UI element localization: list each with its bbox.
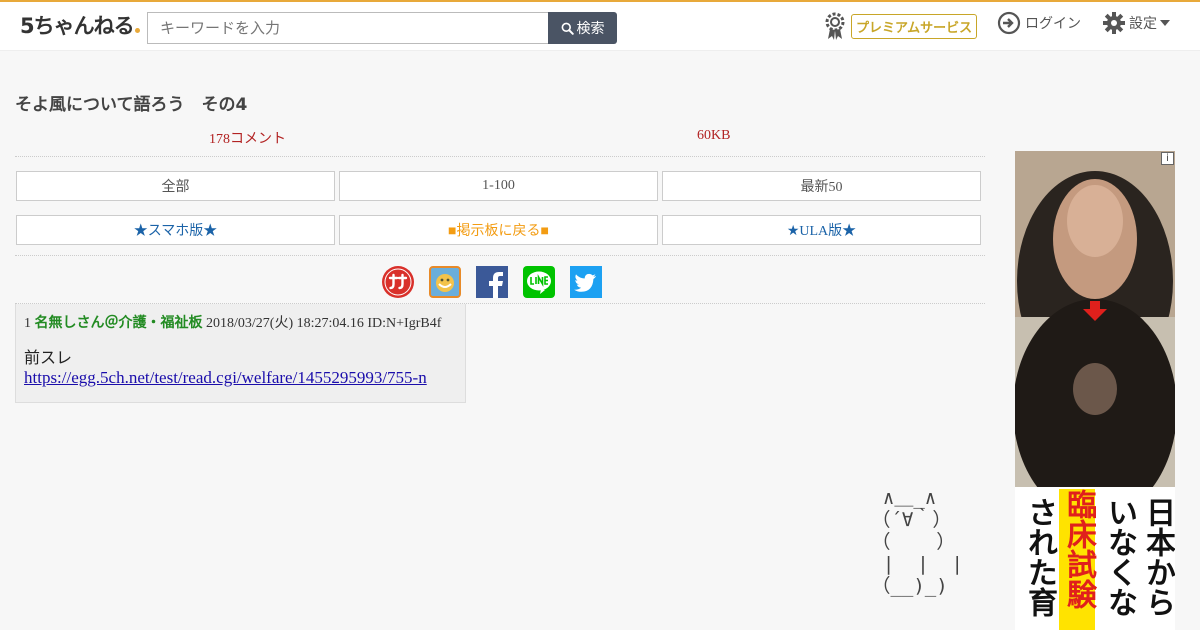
post-meta: 1 名無しさん＠介護・福祉板 2018/03/27(火) 18:27:04.16… <box>24 312 457 332</box>
logo-dot <box>134 28 140 33</box>
post-body: 前スレ https://egg.5ch.net/test/read.cgi/we… <box>24 344 457 388</box>
bookmark-share-button[interactable] <box>429 266 461 298</box>
ad-banner[interactable]: i 日本から いなくな 臨床試験 された育 <box>1015 151 1175 630</box>
thread-title: そよ風について語ろう その4 <box>15 95 248 115</box>
post-number[interactable]: 1 <box>24 316 31 331</box>
ad-headline-col4: された育 <box>1022 497 1057 617</box>
show-1-100-button[interactable]: 1-100 <box>339 171 658 201</box>
post-id[interactable]: ID:N+IgrB4f <box>367 316 441 331</box>
show-all-button[interactable]: 全部 <box>16 171 335 201</box>
login-link[interactable]: ログイン <box>997 11 1081 35</box>
ascii-art: ∧＿_∧ （´∀｀） （ ） | | | （__)_) <box>871 487 963 597</box>
show-latest-50-button[interactable]: 最新50 <box>662 171 981 201</box>
ad-headline: 日本から いなくな 臨床試験 された育 <box>1015 487 1175 630</box>
login-label: ログイン <box>1025 16 1081 32</box>
ula-version-button[interactable]: ★ULA版★ <box>662 215 981 245</box>
post-text: 前スレ <box>24 348 73 367</box>
post-author: 名無しさん＠介護・福祉板 <box>34 315 203 331</box>
search-button[interactable]: 検索 <box>548 12 617 44</box>
settings-menu[interactable]: 設定 <box>1102 11 1170 35</box>
facebook-share-button[interactable] <box>476 266 508 298</box>
ad-headline-col1: 日本から <box>1140 497 1175 617</box>
login-icon <box>997 11 1021 35</box>
divider <box>15 255 985 256</box>
caret-down-icon <box>1160 20 1170 26</box>
line-share-button[interactable] <box>523 266 555 298</box>
back-to-board-button[interactable]: ■掲示板に戻る■ <box>339 215 658 245</box>
post-date: 2018/03/27(火) 18:27:04.16 <box>206 316 364 331</box>
gear-icon <box>1103 12 1125 34</box>
site-logo[interactable]: 5ちゃんねる <box>20 10 140 40</box>
post-link[interactable]: https://egg.5ch.net/test/read.cgi/welfar… <box>24 368 427 387</box>
premium-link[interactable]: プレミアムサービス <box>823 11 978 41</box>
nav-buttons: 全部 1-100 最新50 <box>15 171 985 201</box>
link-buttons: ★スマホ版★ ■掲示板に戻る■ ★ULA版★ <box>15 215 985 245</box>
search-icon <box>561 22 574 35</box>
comment-count: 178コメント <box>209 132 286 147</box>
search-button-label: 検索 <box>576 21 605 37</box>
ad-headline-col2: いなくな <box>1102 497 1137 617</box>
twitter-icon <box>570 266 602 298</box>
premium-badge: プレミアムサービス <box>851 13 978 39</box>
logo-text: 5ちゃんねる <box>20 14 135 38</box>
share-bar <box>382 266 602 298</box>
smartphone-version-button[interactable]: ★スマホ版★ <box>16 215 335 245</box>
ad-headline-col3: 臨床試験 <box>1059 489 1096 630</box>
twitter-share-button[interactable] <box>570 266 602 298</box>
settings-label: 設定 <box>1129 16 1157 32</box>
thread-stats: 178コメント 60KB <box>15 128 985 157</box>
matome-icon <box>382 266 414 298</box>
medal-icon <box>825 12 845 40</box>
ad-hair-image <box>1015 151 1175 519</box>
matome-share-button[interactable] <box>382 266 414 298</box>
thread-size: 60KB <box>697 128 731 143</box>
facebook-icon <box>476 266 508 298</box>
line-icon <box>523 266 555 298</box>
bookmark-icon <box>429 266 461 298</box>
search-input[interactable] <box>147 12 549 44</box>
post-item: 1 名無しさん＠介護・福祉板 2018/03/27(火) 18:27:04.16… <box>15 304 466 403</box>
ad-info-icon[interactable]: i <box>1161 152 1174 165</box>
site-header: 5ちゃんねる 検索 プレミアムサービス ログイン 設定 <box>0 0 1200 51</box>
